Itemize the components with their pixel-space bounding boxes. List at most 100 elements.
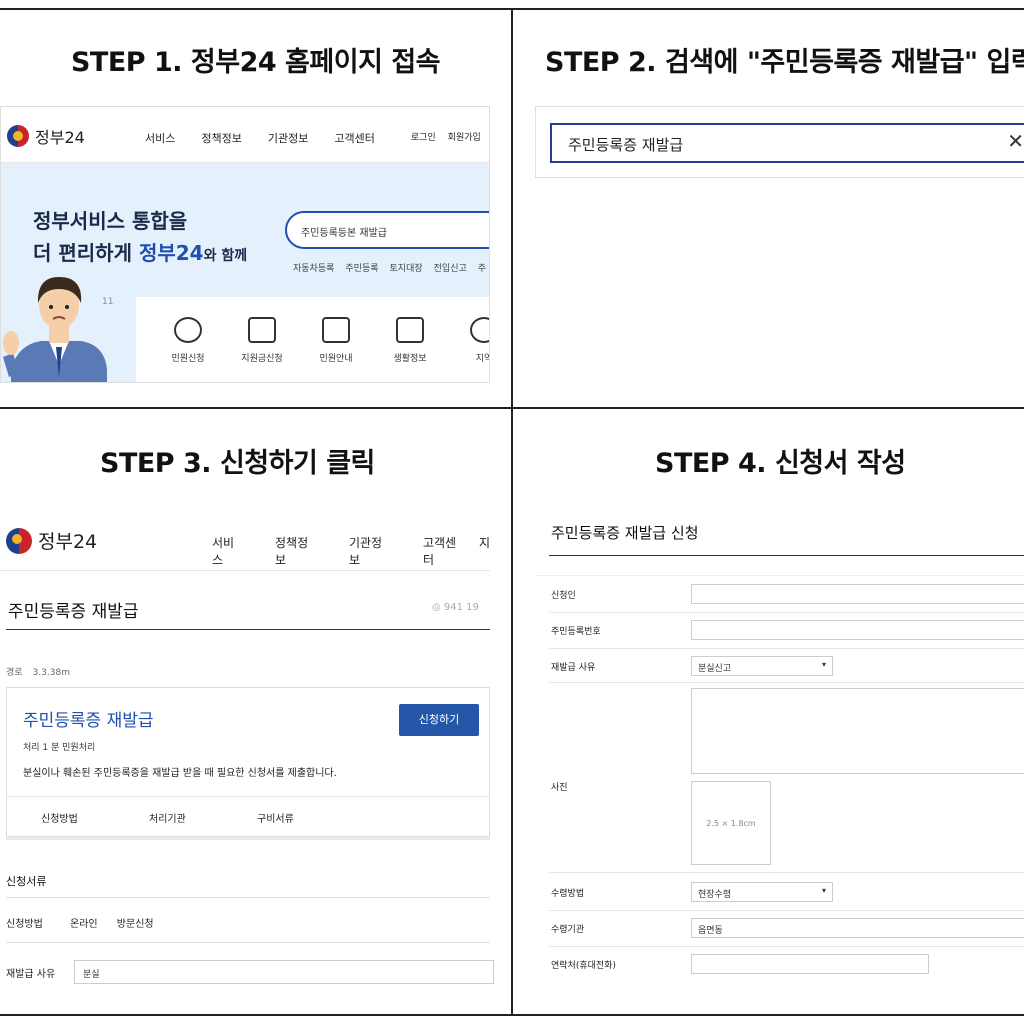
page-title: 주민등록증 재발급: [8, 602, 139, 622]
section-divider: [6, 897, 490, 898]
service-label: 생활정보: [393, 354, 427, 364]
tab-apply-method[interactable]: 신청방법: [41, 810, 78, 825]
row-divider: [549, 872, 1024, 873]
hero-line-2: 더 편리하게 정부24와 함께: [33, 237, 247, 266]
detail-tabs: 신청방법 처리기관 구비서류: [7, 796, 489, 838]
view-count: ◎ 941 19: [432, 602, 479, 613]
document-icon: [322, 317, 350, 343]
nav-item-login[interactable]: 로그인: [411, 130, 436, 146]
nav-item-service[interactable]: 서비스: [212, 534, 245, 568]
character-illustration: [3, 277, 107, 382]
row-divider: [549, 946, 1024, 947]
logo-text: 정부24: [35, 128, 85, 147]
nav-item-signup[interactable]: 회원가입: [448, 130, 481, 146]
section-heading: 신청서류: [6, 875, 47, 888]
field-label: 연락처(휴대전화): [551, 961, 616, 971]
nav-item-more[interactable]: 지: [479, 534, 490, 568]
field-label: 재발급 사유: [551, 663, 596, 673]
field-label: 수령기관: [551, 925, 585, 935]
nav-item-policy[interactable]: 정책정보: [201, 130, 241, 146]
popular-tags: 자동차등록 주민등록 토지대장 전입신고 주: [293, 261, 489, 274]
field-label: 수령방법: [551, 889, 585, 899]
application-form: 신청인 ▾ 주민등록번호 재발급 사유 분실신고 ▾ 사진 2.5 × 1.8c…: [535, 575, 1024, 991]
field-label: 주민등록번호: [551, 627, 601, 637]
reason-value: 분실신고: [698, 664, 732, 674]
tab-agency[interactable]: 처리기관: [149, 810, 186, 825]
complaint-icon: [174, 317, 202, 343]
taegeuk-icon: [7, 125, 29, 147]
option-online[interactable]: 온라인: [70, 919, 98, 930]
step2-title: STEP 2. 검색에 "주민등록증 재발급" 입력: [545, 47, 1024, 78]
logo-text: 정부24: [38, 531, 98, 553]
service-label: 지원금신청: [241, 354, 283, 364]
step1-panel: STEP 1. 정부24 홈페이지 접속 정부24 서비스 정책정보 기관정보 …: [0, 10, 511, 407]
gov24-homepage: 정부24 서비스 정책정보 기관정보 고객센터 로그인 회원가입 정부서비스 통…: [0, 106, 490, 383]
gov24-logo[interactable]: 정부24: [7, 124, 85, 148]
processing-info: 처리 1 분 민원처리: [23, 743, 96, 753]
search-input[interactable]: 주민등록증 재발급: [550, 123, 1024, 163]
hero-line-1: 정부서비스 통합을: [33, 209, 188, 233]
meta-info: 경로 3.3.38m: [6, 665, 70, 678]
hero-banner: 정부서비스 통합을 더 편리하게 정부24와 함께 주민등록등본 재발급 자동차…: [1, 163, 489, 382]
main-nav: 서비스 정책정보 기관정보 고객센터 로그인 회원가입: [145, 130, 481, 146]
nav-item-service[interactable]: 서비스: [145, 130, 175, 146]
row-divider: [549, 648, 1024, 649]
service-shortcut[interactable]: 민원신청: [158, 317, 218, 364]
tab-underline: [6, 837, 490, 840]
gov24-logo[interactable]: 정부24: [6, 527, 97, 554]
agency-value: 읍면동: [698, 926, 723, 936]
service-card-title: 주민등록증 재발급: [23, 711, 154, 731]
field-label: 신청인: [551, 591, 576, 601]
resident-number-input[interactable]: [691, 620, 1024, 640]
service-shortcut[interactable]: 민원안내: [306, 317, 366, 364]
meta-label: 경로: [6, 668, 23, 678]
tag-item[interactable]: 주민등록: [345, 261, 378, 274]
hero-line-2-post: 와 함께: [203, 248, 248, 264]
tag-item[interactable]: 전입신고: [434, 261, 467, 274]
reason-select[interactable]: 분실신고 ▾: [691, 656, 833, 676]
tab-documents[interactable]: 구비서류: [257, 810, 294, 825]
photo-upload[interactable]: 2.5 × 1.8cm: [691, 781, 771, 865]
phone-input[interactable]: [691, 954, 929, 974]
row-divider: [6, 942, 490, 943]
service-shortcut[interactable]: 지역: [454, 317, 489, 364]
apply-method-row: 신청방법 온라인 방문신청: [6, 915, 154, 930]
service-label: 지역: [475, 354, 489, 364]
nav-item-policy[interactable]: 정책정보: [275, 534, 319, 568]
site-header: 정부24 서비스 정책정보 기관정보 고객센터 로그인 회원가입: [1, 107, 489, 163]
tag-item[interactable]: 토지대장: [390, 261, 423, 274]
form-title-divider: [549, 555, 1024, 556]
receive-value: 현장수령: [698, 890, 732, 900]
option-visit[interactable]: 방문신청: [117, 919, 154, 930]
row-divider: [549, 682, 1024, 683]
service-label: 민원신청: [171, 354, 205, 364]
taegeuk-icon: [6, 527, 32, 554]
nav-item-agency[interactable]: 기관정보: [268, 130, 308, 146]
tag-item[interactable]: 주: [478, 261, 486, 274]
meta-value: 3.3.38m: [32, 668, 70, 678]
agency-select[interactable]: 읍면동 ▾: [691, 918, 1024, 938]
hero-line-2-accent: 정부24: [138, 241, 204, 265]
field-label: 사진: [551, 783, 568, 793]
nav-item-support[interactable]: 고객센터: [334, 130, 374, 146]
step3-title: STEP 3. 신청하기 클릭: [100, 448, 375, 479]
reason-label: 재발급 사유: [6, 969, 56, 980]
row-label: 신청방법: [6, 919, 43, 930]
tag-item[interactable]: 자동차등록: [293, 261, 334, 274]
details-textarea[interactable]: [691, 688, 1024, 774]
close-icon[interactable]: ✕: [1007, 129, 1024, 153]
nav-item-agency[interactable]: 기관정보: [349, 534, 393, 568]
nav-item-support[interactable]: 고객센터: [423, 534, 467, 568]
applicant-select[interactable]: ▾: [691, 584, 1024, 604]
book-icon: [396, 317, 424, 343]
service-shortcut[interactable]: 지원금신청: [232, 317, 292, 364]
apply-button[interactable]: 신청하기: [399, 704, 479, 736]
reason-select[interactable]: 분실: [74, 960, 494, 984]
row-divider: [549, 910, 1024, 911]
step3-panel: STEP 3. 신청하기 클릭 정부24 서비스 정책정보 기관정보 고객센터 …: [0, 409, 511, 1014]
service-shortcut[interactable]: 생활정보: [380, 317, 440, 364]
receive-method-select[interactable]: 현장수령 ▾: [691, 882, 833, 902]
hero-search-input[interactable]: 주민등록등본 재발급: [285, 211, 489, 249]
hero-line-2-pre: 더 편리하게: [33, 241, 139, 265]
row-divider: [549, 612, 1024, 613]
